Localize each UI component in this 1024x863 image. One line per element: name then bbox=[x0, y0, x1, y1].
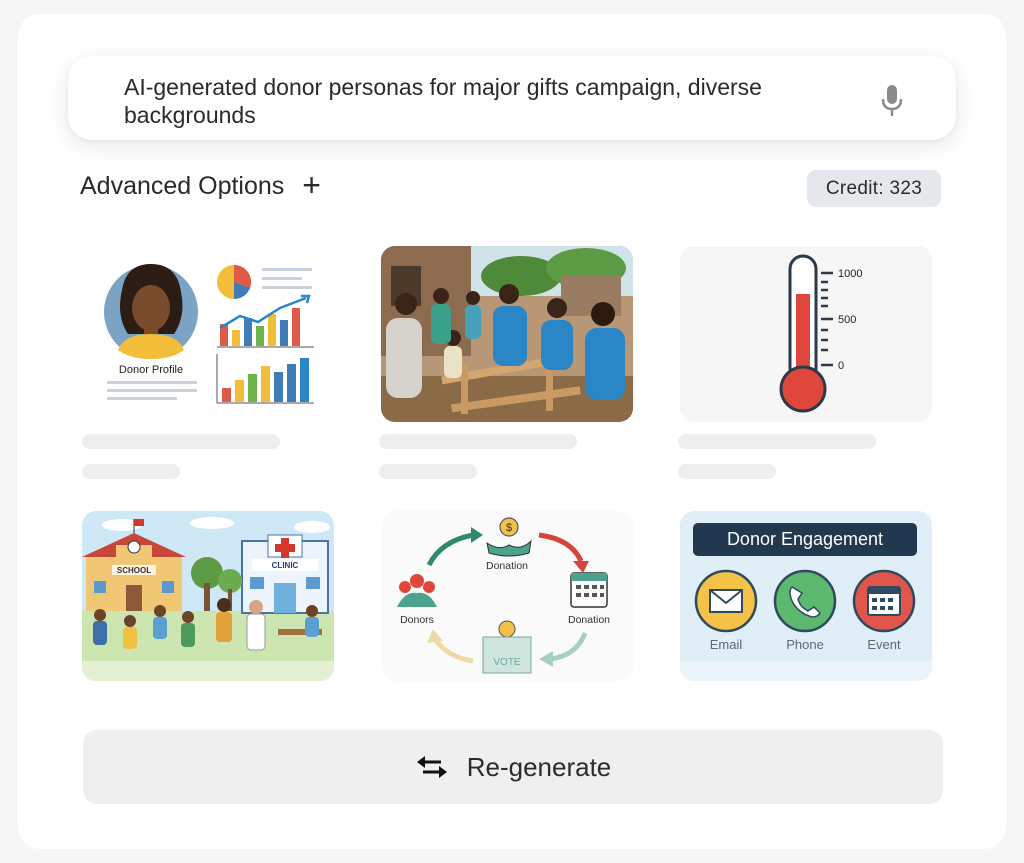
fundraising-thermometer-illustration: 1000 500 0 bbox=[779, 254, 862, 413]
prompt-text[interactable]: AI-generated donor personas for major gi… bbox=[124, 73, 844, 129]
svg-text:$: $ bbox=[506, 522, 512, 534]
prompt-input[interactable]: AI-generated donor personas for major gi… bbox=[68, 56, 956, 140]
card-subtitle-placeholder bbox=[379, 464, 477, 479]
result-card-volunteers[interactable] bbox=[381, 246, 633, 422]
advanced-options-label: Advanced Options bbox=[80, 172, 285, 200]
result-card-donor-engagement[interactable]: Donor Engagement Email Phone Event bbox=[680, 511, 932, 681]
cycle-label-donation-top: Donation bbox=[486, 560, 528, 572]
result-card-community[interactable]: SCHOOL CLINIC bbox=[82, 511, 334, 681]
result-card-donor-profile[interactable]: Donor Profile bbox=[82, 246, 334, 422]
donor-profile-caption: Donor Profile bbox=[119, 364, 183, 376]
card-title-placeholder bbox=[379, 434, 577, 449]
donor-profile-illustration: Donor Profile bbox=[104, 264, 314, 404]
advanced-options-toggle[interactable]: Advanced Options + bbox=[80, 166, 321, 203]
card-subtitle-placeholder bbox=[678, 464, 776, 479]
card-title-placeholder bbox=[678, 434, 876, 449]
thermometer-tick-1000: 1000 bbox=[838, 268, 862, 280]
channel-event-label: Event bbox=[867, 637, 901, 652]
regenerate-label: Re-generate bbox=[466, 751, 612, 782]
cycle-label-donation-right: Donation bbox=[568, 614, 610, 626]
ballot-box-label: VOTE bbox=[493, 657, 521, 668]
microphone-icon[interactable] bbox=[880, 84, 904, 118]
swap-arrows-icon bbox=[416, 756, 447, 778]
phone-icon bbox=[773, 569, 837, 633]
plus-icon: + bbox=[302, 166, 321, 203]
thermometer-tick-0: 0 bbox=[838, 360, 844, 372]
school-clinic-illustration: SCHOOL CLINIC bbox=[82, 511, 334, 681]
card-title-placeholder bbox=[82, 434, 280, 449]
channel-phone-label: Phone bbox=[786, 637, 824, 652]
credit-badge: Credit: 323 bbox=[807, 170, 941, 207]
channel-email-label: Email bbox=[710, 637, 743, 652]
volunteers-illustration bbox=[381, 246, 633, 422]
cycle-label-donors: Donors bbox=[400, 614, 434, 626]
thermometer-tick-500: 500 bbox=[838, 314, 856, 326]
donation-cycle-illustration: $ Donation Donation Donors VOTE bbox=[397, 517, 610, 674]
result-card-donation-cycle[interactable]: $ Donation Donation Donors VOTE bbox=[381, 511, 633, 681]
clinic-sign: CLINIC bbox=[272, 561, 299, 570]
school-sign: SCHOOL bbox=[117, 566, 151, 575]
regenerate-button[interactable]: Re-generate bbox=[83, 730, 943, 804]
engagement-channels: Email Phone Event bbox=[680, 569, 932, 681]
card-subtitle-placeholder bbox=[82, 464, 180, 479]
result-card-thermometer[interactable]: 1000 500 0 bbox=[680, 246, 932, 422]
